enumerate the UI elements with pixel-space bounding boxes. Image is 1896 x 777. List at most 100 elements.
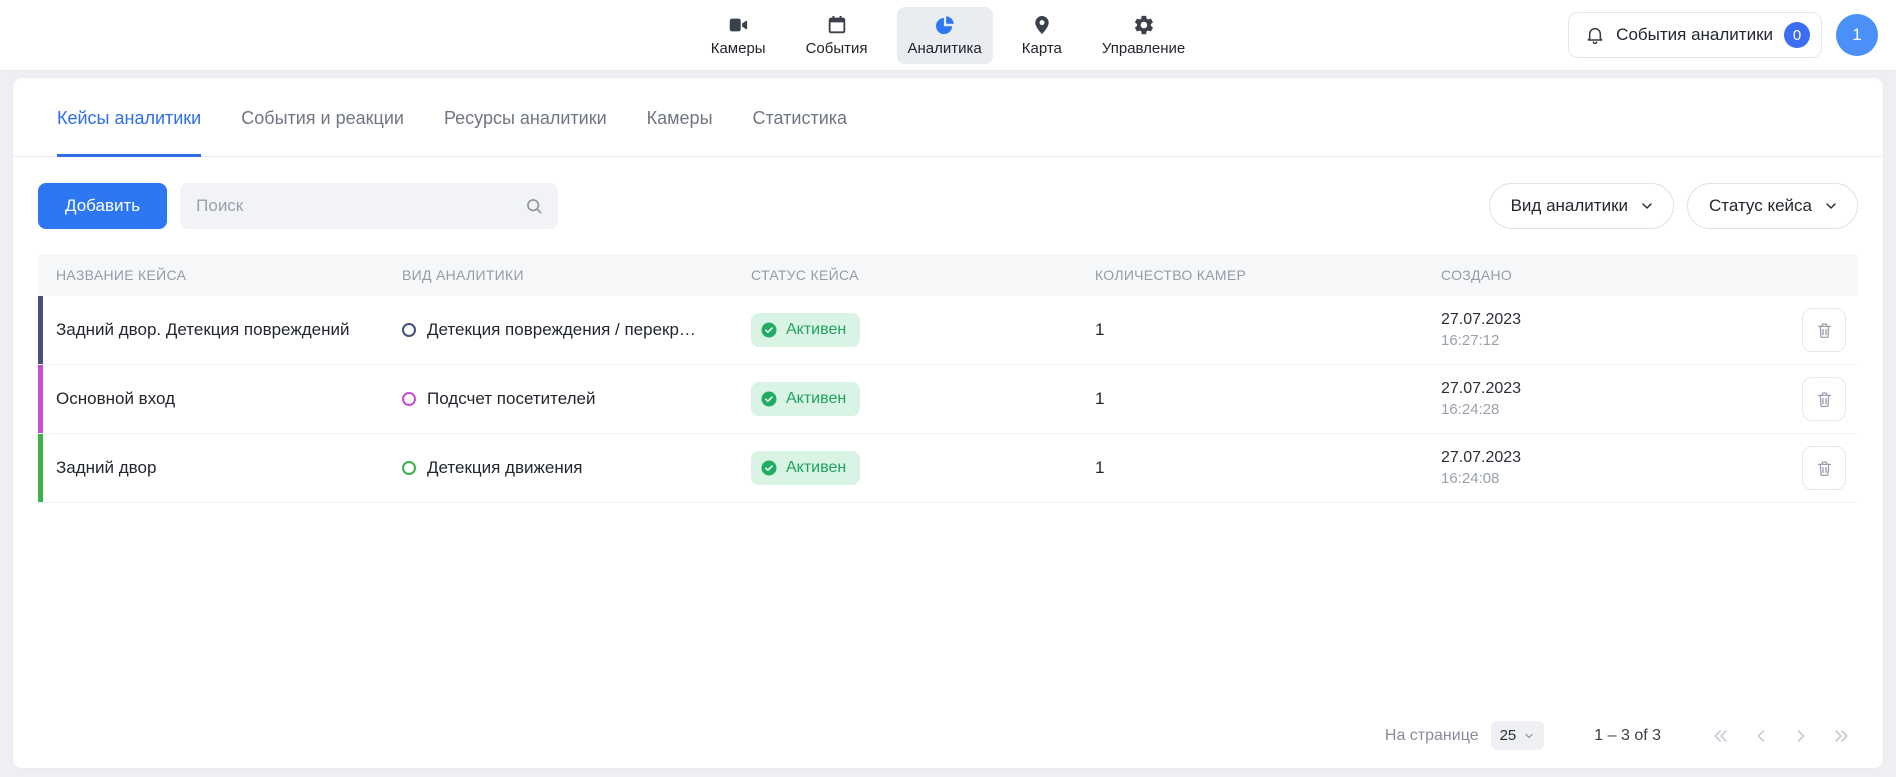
- chevron-right-icon: [1791, 726, 1811, 746]
- pagination-arrows: [1707, 722, 1855, 750]
- status-label: Активен: [786, 459, 846, 477]
- table-row[interactable]: Основной вход Подсчет посетителей Активе…: [38, 365, 1858, 434]
- trash-icon: [1815, 459, 1834, 478]
- delete-button[interactable]: [1802, 377, 1846, 421]
- cameras-count: 1: [1095, 320, 1441, 340]
- analytics-type-label: Детекция движения: [427, 458, 582, 478]
- row-accent-bar: [38, 434, 43, 502]
- search-icon: [524, 196, 544, 216]
- nav-label: Карта: [1022, 40, 1062, 57]
- page-range: 1 – 3 of 3: [1594, 727, 1661, 745]
- calendar-icon: [826, 14, 848, 36]
- pie-chart-icon: [934, 14, 956, 36]
- analytics-events-label: События аналитики: [1616, 25, 1773, 45]
- search-box: [180, 183, 558, 229]
- case-name: Задний двор: [38, 458, 402, 478]
- nav-item-events[interactable]: События: [795, 7, 879, 64]
- case-status-filter-label: Статус кейса: [1709, 196, 1812, 216]
- table-row[interactable]: Задний двор. Детекция повреждений Детекц…: [38, 296, 1858, 365]
- header-case-name: НАЗВАНИЕ КЕЙСА: [38, 267, 402, 283]
- first-page-button[interactable]: [1707, 722, 1735, 750]
- filters: Вид аналитики Статус кейса: [1489, 183, 1858, 229]
- tab-analytics-cases[interactable]: Кейсы аналитики: [57, 78, 201, 157]
- chevron-down-icon: [1639, 198, 1655, 214]
- status-badge: Активен: [751, 313, 860, 347]
- created-cell: 27.07.2023 16:24:08: [1441, 449, 1798, 487]
- add-button[interactable]: Добавить: [38, 183, 167, 229]
- created-cell: 27.07.2023 16:27:12: [1441, 311, 1798, 349]
- check-circle-icon: [760, 321, 778, 339]
- analytics-type-cell: Подсчет посетителей: [402, 389, 751, 409]
- header-created: СОЗДАНО: [1441, 267, 1798, 283]
- analytics-type-label: Подсчет посетителей: [427, 389, 595, 409]
- created-date: 27.07.2023: [1441, 380, 1798, 398]
- video-camera-icon: [727, 14, 749, 36]
- nav-item-analytics[interactable]: Аналитика: [897, 7, 993, 64]
- cases-table: НАЗВАНИЕ КЕЙСА ВИД АНАЛИТИКИ СТАТУС КЕЙС…: [13, 254, 1883, 503]
- avatar[interactable]: 1: [1836, 14, 1878, 56]
- nav-item-cameras[interactable]: Камеры: [700, 7, 777, 64]
- created-time: 16:24:08: [1441, 470, 1798, 487]
- gear-icon: [1133, 14, 1155, 36]
- header-analytics-type: ВИД АНАЛИТИКИ: [402, 267, 751, 283]
- created-time: 16:24:28: [1441, 401, 1798, 418]
- analytics-panel: Кейсы аналитики События и реакции Ресурс…: [12, 77, 1884, 769]
- created-time: 16:27:12: [1441, 332, 1798, 349]
- status-badge: Активен: [751, 382, 860, 416]
- cameras-count: 1: [1095, 458, 1441, 478]
- cameras-count: 1: [1095, 389, 1441, 409]
- check-circle-icon: [760, 459, 778, 477]
- tab-events-reactions[interactable]: События и реакции: [241, 78, 404, 157]
- pagination: На странице 25 1 – 3 of 3: [13, 721, 1883, 768]
- created-date: 27.07.2023: [1441, 311, 1798, 329]
- case-name: Основной вход: [38, 389, 402, 409]
- case-status-filter[interactable]: Статус кейса: [1687, 183, 1858, 229]
- case-name: Задний двор. Детекция повреждений: [38, 320, 402, 340]
- tab-cameras[interactable]: Камеры: [647, 78, 713, 157]
- created-cell: 27.07.2023 16:24:28: [1441, 380, 1798, 418]
- delete-button[interactable]: [1802, 308, 1846, 352]
- per-page-select[interactable]: 25: [1491, 721, 1545, 750]
- trash-icon: [1815, 321, 1834, 340]
- analytics-type-dot: [402, 461, 416, 475]
- nav-label: Управление: [1102, 40, 1185, 57]
- analytics-type-label: Детекция повреждения / перекр…: [427, 320, 696, 340]
- next-page-button[interactable]: [1787, 722, 1815, 750]
- search-input[interactable]: [180, 183, 558, 229]
- status-label: Активен: [786, 390, 846, 408]
- nav-item-map[interactable]: Карта: [1011, 7, 1073, 64]
- bell-icon: [1585, 25, 1605, 45]
- delete-button[interactable]: [1802, 446, 1846, 490]
- panel-tabs: Кейсы аналитики События и реакции Ресурс…: [13, 78, 1883, 157]
- nav-label: Камеры: [711, 40, 766, 57]
- created-date: 27.07.2023: [1441, 449, 1798, 467]
- nav-item-management[interactable]: Управление: [1091, 7, 1196, 64]
- topbar: Камеры События Аналитика Карта Управлени…: [0, 0, 1896, 71]
- analytics-type-filter-label: Вид аналитики: [1511, 196, 1628, 216]
- chevron-down-icon: [1823, 198, 1839, 214]
- main-nav: Камеры События Аналитика Карта Управлени…: [700, 7, 1197, 64]
- nav-label: Аналитика: [908, 40, 982, 57]
- double-chevron-right-icon: [1831, 726, 1851, 746]
- status-label: Активен: [786, 321, 846, 339]
- nav-label: События: [806, 40, 868, 57]
- per-page-label: На странице: [1385, 727, 1479, 745]
- row-accent-bar: [38, 296, 43, 364]
- map-pin-icon: [1031, 14, 1053, 36]
- tab-analytics-resources[interactable]: Ресурсы аналитики: [444, 78, 607, 157]
- status-badge: Активен: [751, 451, 860, 485]
- analytics-type-dot: [402, 323, 416, 337]
- header-cameras-count: КОЛИЧЕСТВО КАМЕР: [1095, 267, 1441, 283]
- analytics-type-filter[interactable]: Вид аналитики: [1489, 183, 1674, 229]
- content-area: Кейсы аналитики События и реакции Ресурс…: [0, 71, 1896, 777]
- prev-page-button[interactable]: [1747, 722, 1775, 750]
- header-case-status: СТАТУС КЕЙСА: [751, 267, 1095, 283]
- trash-icon: [1815, 390, 1834, 409]
- per-page-value: 25: [1500, 727, 1517, 744]
- analytics-events-button[interactable]: События аналитики 0: [1568, 12, 1822, 58]
- tab-statistics[interactable]: Статистика: [753, 78, 848, 157]
- table-row[interactable]: Задний двор Детекция движения Активен 1 …: [38, 434, 1858, 503]
- toolbar: Добавить Вид аналитики Статус кейса: [13, 157, 1883, 229]
- last-page-button[interactable]: [1827, 722, 1855, 750]
- chevron-down-icon: [1523, 730, 1535, 742]
